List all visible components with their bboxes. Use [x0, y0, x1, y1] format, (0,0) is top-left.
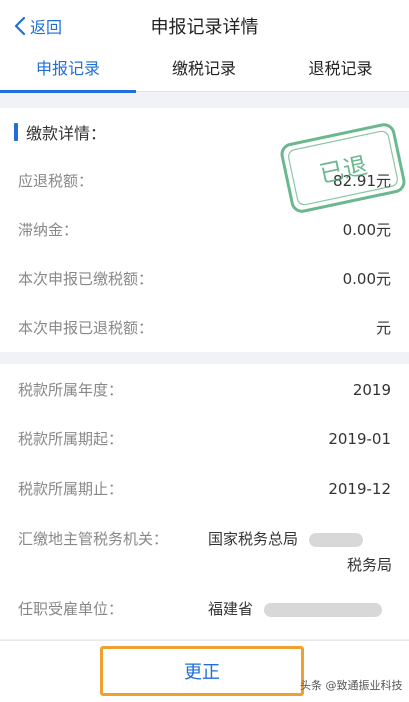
agency-line-1: 国家税务总局 — [208, 526, 392, 552]
tab-label: 缴税记录 — [171, 59, 236, 78]
page-title: 申报记录详情 — [150, 17, 259, 38]
row-value: 0.00元 — [342, 270, 391, 288]
row-label: 本次申报已缴税额： — [18, 270, 154, 288]
row-value: 2019 — [352, 381, 391, 399]
redacted-block — [308, 532, 363, 547]
row-label: 汇缴地主管税务机关： — [18, 530, 169, 548]
section-accent-bar — [14, 123, 18, 141]
row-label: 税款所属年度： — [18, 381, 124, 399]
detail-row-period-start: 税款所属期起： 2019-01 — [0, 426, 409, 452]
row-label: 税款所属期起： — [18, 430, 124, 448]
row-label: 任职受雇单位： — [18, 600, 124, 618]
row-value: 0.00元 — [342, 221, 391, 239]
row-label: 税款所属期止： — [18, 480, 124, 498]
tax-agency-value: 国家税务总局 税务局 — [208, 526, 392, 578]
tab-payment-records[interactable]: 缴税记录 — [136, 50, 272, 92]
tab-label: 退税记录 — [308, 59, 373, 78]
tab-declaration-records[interactable]: 申报记录 — [0, 50, 136, 93]
stamp-text: 已退 — [317, 151, 370, 188]
row-value: 2019-01 — [328, 430, 391, 448]
nav-bar: 返回 申报记录详情 — [0, 0, 409, 50]
row-value: 元 — [375, 319, 391, 337]
tab-bar: 申报记录 缴税记录 退税记录 — [0, 50, 409, 93]
detail-row-period-end: 税款所属期止： 2019-12 — [0, 476, 409, 502]
detail-row-paid-amount: 本次申报已缴税额： 0.00元 — [0, 266, 409, 292]
redacted-block — [263, 602, 382, 617]
row-label: 应退税额： — [18, 172, 94, 190]
footer-bar: 更正 头条 @致通振业科技 — [0, 640, 409, 702]
section-title: 缴款详情： — [26, 124, 107, 143]
detail-row-late-fee: 滞纳金： 0.00元 — [0, 217, 409, 243]
row-value: 2019-12 — [328, 480, 391, 498]
tab-refund-records[interactable]: 退税记录 — [272, 50, 409, 92]
row-label: 本次申报已退税额： — [18, 319, 154, 337]
employer-value: 福建省 — [208, 596, 382, 622]
detail-row-tax-year: 税款所属年度： 2019 — [0, 377, 409, 403]
row-label: 滞纳金： — [18, 221, 79, 239]
section-header: 缴款详情： — [14, 122, 107, 143]
tab-label: 申报记录 — [35, 59, 100, 78]
tab-active-indicator — [0, 90, 136, 93]
correct-button[interactable]: 更正 — [100, 646, 304, 696]
detail-row-refunded-amount: 本次申报已退税额： 元 — [0, 315, 409, 341]
watermark-text: 头条 @致通振业科技 — [300, 679, 403, 692]
agency-line-2: 税务局 — [346, 556, 392, 574]
